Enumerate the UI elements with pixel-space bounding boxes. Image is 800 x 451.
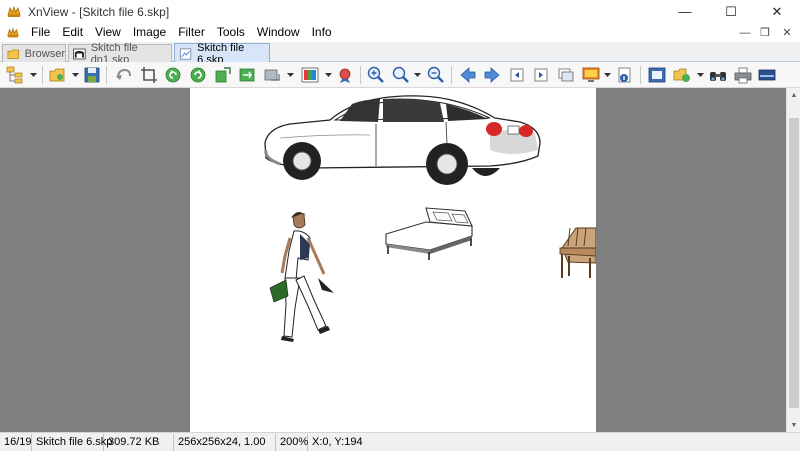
- chevron-down-icon[interactable]: [30, 71, 37, 78]
- window-title: XnView - [Skitch file 6.skp]: [28, 4, 170, 19]
- menu-view[interactable]: View: [89, 23, 127, 42]
- status-zoom: 200%: [276, 433, 308, 451]
- zoom-in-icon[interactable]: [366, 65, 386, 85]
- person-drawing: [269, 211, 334, 342]
- chevron-down-icon[interactable]: [697, 71, 704, 78]
- document-close-button[interactable]: ✕: [776, 23, 798, 42]
- toolbar-separator: [640, 66, 641, 84]
- image-thumbnail-icon: [73, 48, 86, 59]
- menu-tools[interactable]: Tools: [211, 23, 251, 42]
- filter-icon[interactable]: [335, 65, 355, 85]
- open-folder-icon[interactable]: [48, 65, 68, 85]
- skitch-drawing: [264, 95, 596, 342]
- tab-skitch-file-dn1[interactable]: Skitch file dn1.skp: [68, 42, 172, 66]
- xnview-logo-icon: [7, 5, 21, 17]
- toolbar-separator: [106, 66, 107, 84]
- last-page-icon[interactable]: [531, 65, 551, 85]
- toolbar-separator: [360, 66, 361, 84]
- document-minimize-button[interactable]: —: [734, 23, 756, 42]
- crop-icon[interactable]: [139, 65, 159, 85]
- tab-strip: Browser Skitch file dn1.skp Skitch file …: [0, 42, 800, 66]
- chair-drawing: [559, 227, 596, 278]
- scroll-up-arrow-icon[interactable]: ▲: [787, 88, 800, 102]
- document-menu-icon[interactable]: [6, 26, 20, 40]
- tab-browser[interactable]: Browser: [2, 44, 66, 62]
- undo-icon[interactable]: [114, 65, 134, 85]
- minimize-button[interactable]: —: [662, 0, 708, 23]
- print-icon[interactable]: [733, 65, 753, 85]
- menu-file[interactable]: File: [25, 23, 56, 42]
- menu-image[interactable]: Image: [127, 23, 172, 42]
- tab-skitch-file-6[interactable]: Skitch file 6.skp: [174, 42, 270, 66]
- zoom-out-icon[interactable]: [426, 65, 446, 85]
- scanner-icon[interactable]: [757, 65, 777, 85]
- chevron-down-icon[interactable]: [325, 71, 332, 78]
- adjust-colors-icon[interactable]: [300, 65, 320, 85]
- resize-icon[interactable]: [262, 65, 282, 85]
- copy-to-icon[interactable]: [672, 65, 692, 85]
- menu-edit[interactable]: Edit: [56, 23, 89, 42]
- document-restore-button[interactable]: ❐: [754, 23, 776, 42]
- toolbar-separator: [42, 66, 43, 84]
- fullscreen-icon[interactable]: [581, 65, 601, 85]
- image-file-icon: [179, 47, 192, 60]
- next-icon[interactable]: [482, 65, 502, 85]
- image-viewer[interactable]: [0, 88, 786, 432]
- car-drawing: [264, 95, 541, 185]
- chevron-down-icon[interactable]: [604, 71, 611, 78]
- mirror-icon[interactable]: [237, 65, 257, 85]
- close-button[interactable]: ✕: [754, 0, 800, 23]
- maximize-button[interactable]: ☐: [708, 0, 754, 23]
- menu-window[interactable]: Window: [251, 23, 306, 42]
- chevron-down-icon[interactable]: [287, 71, 294, 78]
- tab-label: Browser: [24, 47, 65, 60]
- rotate-right-icon[interactable]: [188, 65, 208, 85]
- flip-icon[interactable]: [213, 65, 233, 85]
- status-filesize: 309.72 KB: [104, 433, 174, 451]
- menu-info[interactable]: Info: [306, 23, 338, 42]
- scrollbar-thumb[interactable]: [789, 118, 799, 408]
- status-filename: Skitch file 6.skp: [32, 433, 112, 451]
- toolbar-separator: [451, 66, 452, 84]
- chevron-down-icon[interactable]: [414, 71, 421, 78]
- rotate-left-icon[interactable]: [163, 65, 183, 85]
- vertical-scrollbar[interactable]: ▲ ▼: [786, 88, 800, 432]
- browser-icon: [7, 49, 20, 59]
- toolbar: [0, 62, 800, 88]
- status-position: 16/19: [0, 433, 32, 451]
- slideshow-icon[interactable]: [556, 65, 576, 85]
- status-cursor-coordinates: X:0, Y:194: [312, 435, 363, 448]
- zoom-icon[interactable]: [391, 65, 411, 85]
- properties-icon[interactable]: [615, 65, 635, 85]
- fit-window-icon[interactable]: [647, 65, 667, 85]
- status-bar: 16/19 Skitch file 6.skp 309.72 KB 256x25…: [0, 432, 800, 451]
- chevron-down-icon[interactable]: [72, 71, 79, 78]
- previous-icon[interactable]: [458, 65, 478, 85]
- first-page-icon[interactable]: [507, 65, 527, 85]
- image-canvas[interactable]: [190, 88, 596, 432]
- scroll-down-arrow-icon[interactable]: ▼: [787, 418, 800, 432]
- save-icon[interactable]: [82, 65, 102, 85]
- menu-bar: File Edit View Image Filter Tools Window…: [0, 23, 800, 42]
- menu-filter[interactable]: Filter: [172, 23, 211, 42]
- title-bar: XnView - [Skitch file 6.skp] — ☐ ✕: [0, 0, 800, 23]
- status-dimensions: 256x256x24, 1.00: [174, 433, 276, 451]
- folder-tree-icon[interactable]: [5, 65, 25, 85]
- find-icon[interactable]: [708, 65, 728, 85]
- bed-drawing: [385, 207, 473, 260]
